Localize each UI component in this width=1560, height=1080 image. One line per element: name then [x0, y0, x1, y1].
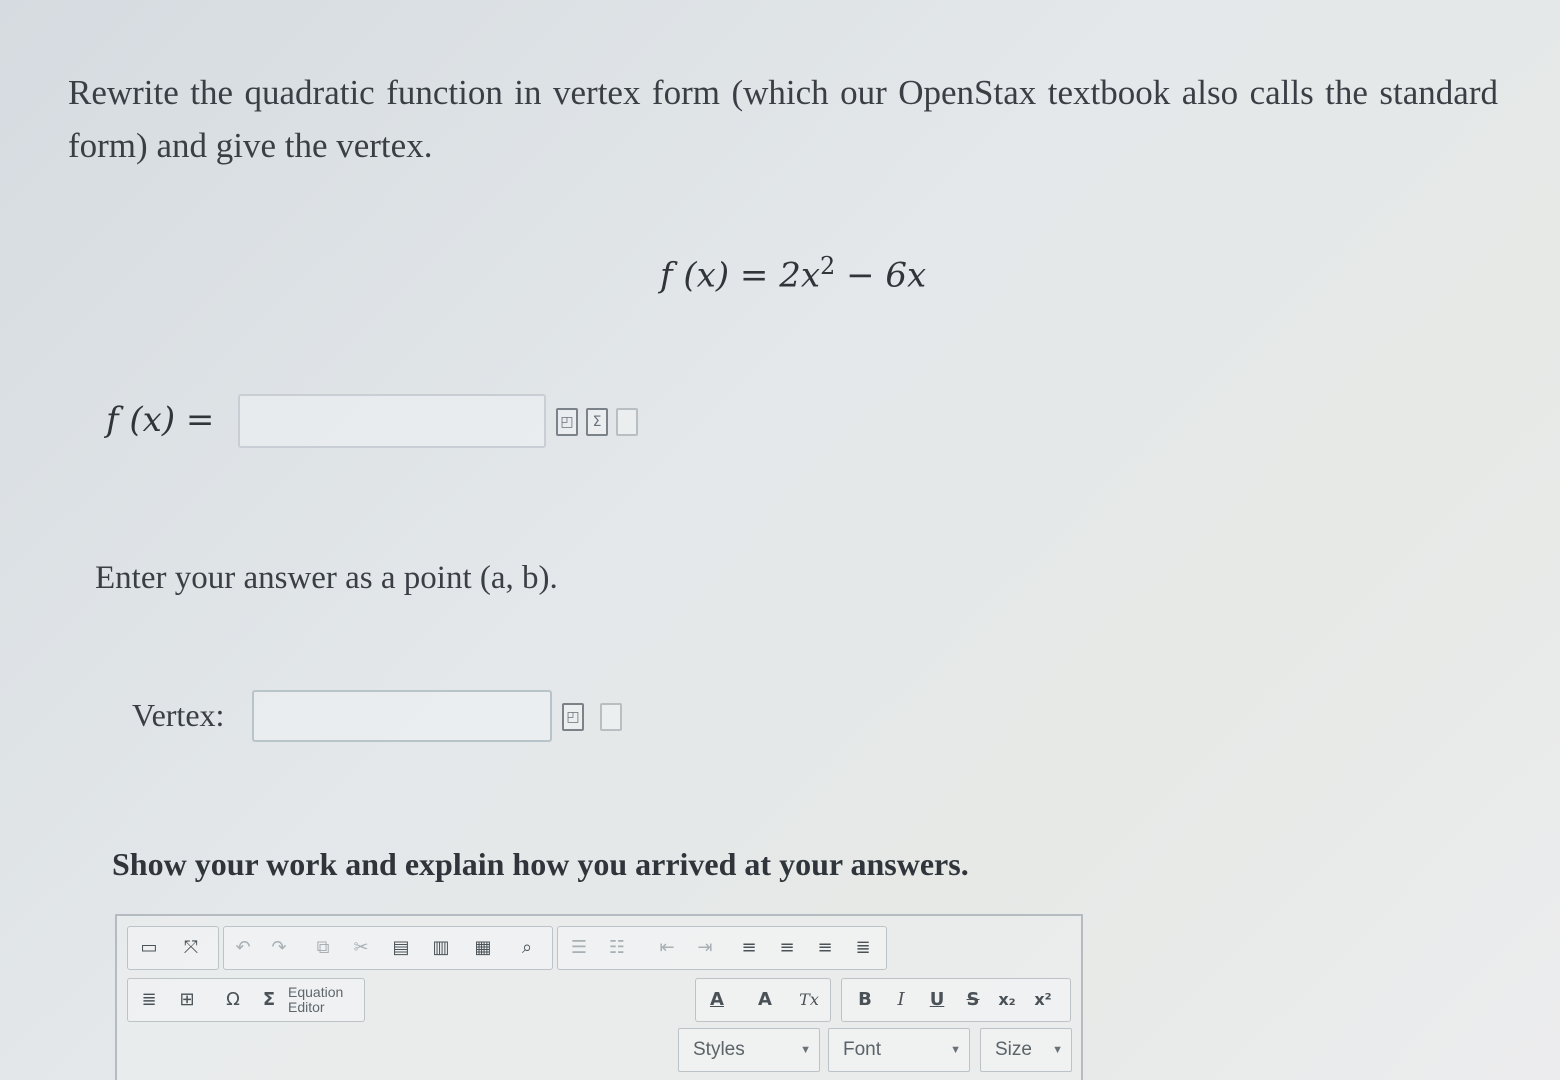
equation-editor-line1: Equation [288, 984, 344, 1000]
undo-icon[interactable]: ↶ [228, 933, 258, 963]
assignment-page: Rewrite the quadratic function in vertex… [0, 0, 1560, 1080]
styles-label: Styles [693, 1039, 745, 1060]
paste-word-icon[interactable]: ▦ [468, 933, 498, 963]
table-icon[interactable]: ⊞ [172, 985, 202, 1015]
paste-icon[interactable]: ▤ [386, 933, 416, 963]
toolbar-group-paragraph: ☰ ☷ ⇤ ⇥ ≡ ≡ ≡ ≣ [557, 926, 887, 970]
subscript-button[interactable]: x₂ [992, 985, 1022, 1015]
fx-answer-input[interactable] [238, 394, 546, 448]
sigma-icon[interactable]: Σ [254, 985, 284, 1015]
toolbar-group-document: ▭ ⤧ [127, 926, 219, 970]
toolbar-group-basicstyles: B I U S x₂ x² [841, 978, 1071, 1022]
blockquote-icon[interactable]: ≣ [134, 985, 164, 1015]
size-dropdown[interactable]: Size ▼ [980, 1028, 1072, 1072]
text-color-button[interactable]: A [702, 985, 732, 1015]
outdent-icon[interactable]: ⇤ [652, 933, 682, 963]
styles-dropdown[interactable]: Styles ▼ [678, 1028, 820, 1072]
align-left-icon[interactable]: ≡ [734, 933, 764, 963]
paste-text-icon[interactable]: ▥ [426, 933, 456, 963]
vertex-input[interactable] [252, 690, 552, 742]
bold-button[interactable]: B [850, 985, 880, 1015]
remove-format-button[interactable]: Tx [794, 985, 824, 1015]
maximize-icon[interactable]: ⤧ [176, 933, 206, 963]
equation-editor-line2: Editor [288, 999, 325, 1015]
question-prompt: Rewrite the quadratic function in vertex… [68, 73, 1498, 165]
indent-icon[interactable]: ⇥ [690, 933, 720, 963]
cut-icon[interactable]: ✂ [346, 933, 376, 963]
given-equation: f (x) = 2x2 − 6x [660, 252, 926, 295]
underline-button[interactable]: U [922, 985, 952, 1015]
vertex-label: Vertex: [132, 697, 225, 733]
bullet-list-icon[interactable]: ☷ [602, 933, 632, 963]
equation-exponent: 2 [820, 252, 836, 280]
background-color-button[interactable]: A [750, 985, 780, 1015]
find-icon[interactable]: ⌕ [512, 933, 542, 963]
show-work-prompt: Show your work and explain how you arriv… [112, 846, 969, 882]
toolbar-group-insert: ≣ ⊞ Ω Σ Equation Editor [127, 978, 365, 1022]
justify-icon[interactable]: ≣ [848, 933, 878, 963]
preview-icon[interactable]: ◰ [556, 408, 578, 436]
font-dropdown[interactable]: Font ▼ [828, 1028, 970, 1072]
source-icon[interactable]: ▭ [134, 933, 164, 963]
preview-icon[interactable]: ◰ [562, 703, 584, 731]
strikethrough-button[interactable]: S [958, 985, 988, 1015]
copy-icon[interactable]: ⧉ [308, 933, 338, 963]
omega-icon[interactable]: Ω [218, 985, 248, 1015]
redo-icon[interactable]: ↷ [264, 933, 294, 963]
toolbar-group-clipboard: ↶ ↷ ⧉ ✂ ▤ ▥ ▦ ⌕ [223, 926, 553, 970]
chevron-down-icon: ▼ [800, 1044, 811, 1056]
document-icon[interactable] [600, 703, 622, 731]
font-label: Font [843, 1039, 882, 1060]
equation-editor-button[interactable]: Equation Editor [288, 985, 343, 1015]
align-center-icon[interactable]: ≡ [772, 933, 802, 963]
equation-rhs: − 6x [835, 255, 927, 296]
chevron-down-icon: ▼ [950, 1044, 961, 1056]
superscript-button[interactable]: x² [1028, 985, 1058, 1015]
sigma-icon[interactable]: Σ [586, 408, 608, 436]
equation-lhs: f (x) = 2x [660, 255, 821, 296]
document-icon[interactable] [616, 408, 638, 436]
size-label: Size [995, 1039, 1032, 1060]
align-right-icon[interactable]: ≡ [810, 933, 840, 963]
toolbar-group-colors: A A Tx [695, 978, 831, 1022]
point-instruction: Enter your answer as a point (a, b). [95, 560, 558, 596]
fx-answer-label: f (x) = [106, 400, 215, 440]
chevron-down-icon: ▼ [1052, 1044, 1063, 1056]
numbered-list-icon[interactable]: ☰ [564, 933, 594, 963]
italic-button[interactable]: I [886, 985, 916, 1015]
